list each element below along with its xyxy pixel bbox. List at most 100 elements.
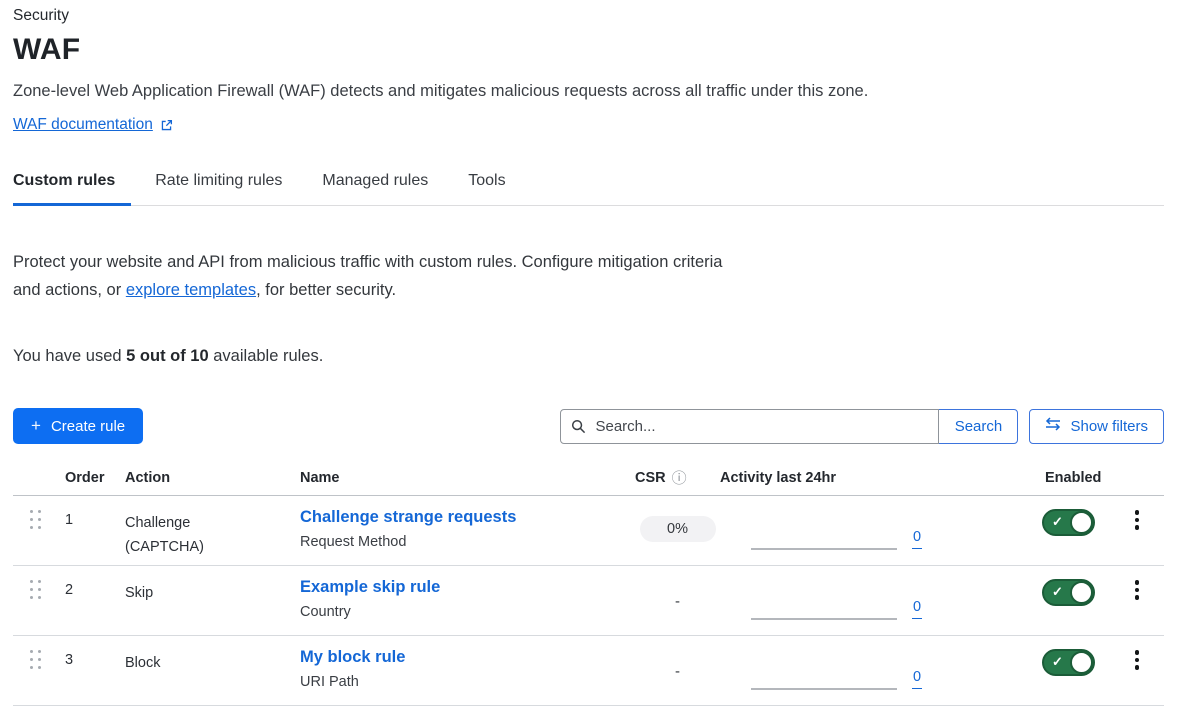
enabled-cell: ✓ (935, 496, 1110, 565)
kebab-menu-icon[interactable] (1130, 650, 1144, 670)
rule-name-link[interactable]: Example skip rule (300, 578, 440, 596)
rule-name-cell: My block rule URI Path (300, 636, 635, 705)
tab-custom-rules[interactable]: Custom rules (13, 170, 131, 206)
waf-page: Security WAF Zone-level Web Application … (0, 0, 1177, 706)
toggle-knob (1070, 511, 1093, 534)
enabled-toggle[interactable]: ✓ (1042, 579, 1095, 606)
breadcrumb: Security (13, 7, 1164, 25)
search-icon (571, 419, 586, 439)
waf-documentation-link[interactable]: WAF documentation (13, 116, 153, 134)
rule-criteria: Request Method (300, 534, 635, 550)
rule-name-cell: Challenge strange requests Request Metho… (300, 496, 635, 565)
rule-action: Challenge (CAPTCHA) (125, 496, 245, 565)
header-drag-spacer (13, 470, 65, 486)
csr-badge: 0% (640, 516, 716, 542)
activity-count-link[interactable]: 0 (912, 669, 922, 689)
header-csr: CSR ⓘ (635, 470, 720, 486)
rule-name-link[interactable]: Challenge strange requests (300, 508, 516, 526)
page-description: Zone-level Web Application Firewall (WAF… (13, 82, 1164, 101)
row-menu-cell (1110, 496, 1164, 565)
rule-order: 2 (65, 566, 125, 635)
drag-handle[interactable] (13, 636, 65, 705)
rule-criteria: URI Path (300, 674, 635, 690)
intro-text: Protect your website and API from malici… (13, 248, 753, 304)
enabled-cell: ✓ (935, 566, 1110, 635)
rule-name-cell: Example skip rule Country (300, 566, 635, 635)
rule-order: 1 (65, 496, 125, 565)
check-icon: ✓ (1052, 584, 1063, 600)
show-filters-label: Show filters (1070, 418, 1148, 435)
check-icon: ✓ (1052, 654, 1063, 670)
create-rule-label: Create rule (51, 418, 125, 435)
drag-dots-icon (30, 510, 41, 529)
swap-arrows-icon (1045, 417, 1061, 435)
plus-icon: + (31, 416, 41, 436)
drag-dots-icon (30, 580, 41, 599)
activity-cell: 0 (720, 496, 935, 565)
page-title: WAF (13, 33, 1164, 67)
rule-criteria: Country (300, 604, 635, 620)
toggle-knob (1070, 581, 1093, 604)
header-name: Name (300, 470, 635, 486)
activity-sparkline (751, 618, 897, 620)
drag-handle[interactable] (13, 566, 65, 635)
activity-sparkline (751, 548, 897, 550)
table-row: 3 Block My block rule URI Path - 0 ✓ (13, 636, 1164, 706)
header-activity: Activity last 24hr (720, 470, 935, 486)
header-order: Order (65, 470, 125, 486)
table-header-row: Order Action Name CSR ⓘ Activity last 24… (13, 466, 1164, 496)
intro-after: , for better security. (256, 281, 396, 299)
rules-table: Order Action Name CSR ⓘ Activity last 24… (13, 466, 1164, 706)
info-icon[interactable]: ⓘ (672, 471, 687, 486)
drag-handle[interactable] (13, 496, 65, 565)
tab-managed-rules[interactable]: Managed rules (322, 170, 444, 206)
rule-action: Skip (125, 566, 245, 635)
rule-action: Block (125, 636, 245, 705)
header-enabled: Enabled (935, 470, 1110, 486)
activity-sparkline (751, 688, 897, 690)
header-menu-spacer (1110, 470, 1164, 486)
csr-cell: 0% (635, 496, 720, 565)
enabled-toggle[interactable]: ✓ (1042, 649, 1095, 676)
search-wrap (560, 409, 939, 444)
table-row: 2 Skip Example skip rule Country - 0 ✓ (13, 566, 1164, 636)
rule-order: 3 (65, 636, 125, 705)
toggle-knob (1070, 651, 1093, 674)
enabled-toggle[interactable]: ✓ (1042, 509, 1095, 536)
row-menu-cell (1110, 636, 1164, 705)
tab-tools[interactable]: Tools (468, 170, 521, 206)
rule-name-link[interactable]: My block rule (300, 648, 405, 666)
enabled-cell: ✓ (935, 636, 1110, 705)
activity-cell: 0 (720, 566, 935, 635)
toolbar: + Create rule Search (13, 408, 1164, 444)
search-cluster: Search Show filters (560, 409, 1164, 444)
kebab-menu-icon[interactable] (1130, 510, 1144, 530)
tab-rate-limiting-rules[interactable]: Rate limiting rules (155, 170, 298, 206)
activity-count-link[interactable]: 0 (912, 599, 922, 619)
kebab-menu-icon[interactable] (1130, 580, 1144, 600)
csr-cell: - (635, 566, 720, 635)
csr-cell: - (635, 636, 720, 705)
explore-templates-link[interactable]: explore templates (126, 281, 256, 299)
csr-dash: - (675, 586, 680, 610)
external-link-icon (160, 119, 173, 132)
csr-dash: - (675, 656, 680, 680)
header-csr-label: CSR (635, 470, 666, 486)
usage-after: available rules. (209, 347, 324, 365)
table-row: 1 Challenge (CAPTCHA) Challenge strange … (13, 496, 1164, 566)
usage-text: You have used 5 out of 10 available rule… (13, 347, 1164, 366)
doc-link-row: WAF documentation (13, 116, 1164, 134)
usage-before: You have used (13, 347, 126, 365)
usage-count: 5 out of 10 (126, 347, 209, 365)
activity-cell: 0 (720, 636, 935, 705)
search-input[interactable] (560, 409, 939, 444)
header-action: Action (125, 470, 300, 486)
check-icon: ✓ (1052, 514, 1063, 530)
activity-count-link[interactable]: 0 (912, 529, 922, 549)
drag-dots-icon (30, 650, 41, 669)
tab-bar: Custom rules Rate limiting rules Managed… (13, 170, 1164, 206)
search-button[interactable]: Search (938, 409, 1018, 444)
row-menu-cell (1110, 566, 1164, 635)
create-rule-button[interactable]: + Create rule (13, 408, 143, 444)
show-filters-button[interactable]: Show filters (1029, 409, 1164, 444)
